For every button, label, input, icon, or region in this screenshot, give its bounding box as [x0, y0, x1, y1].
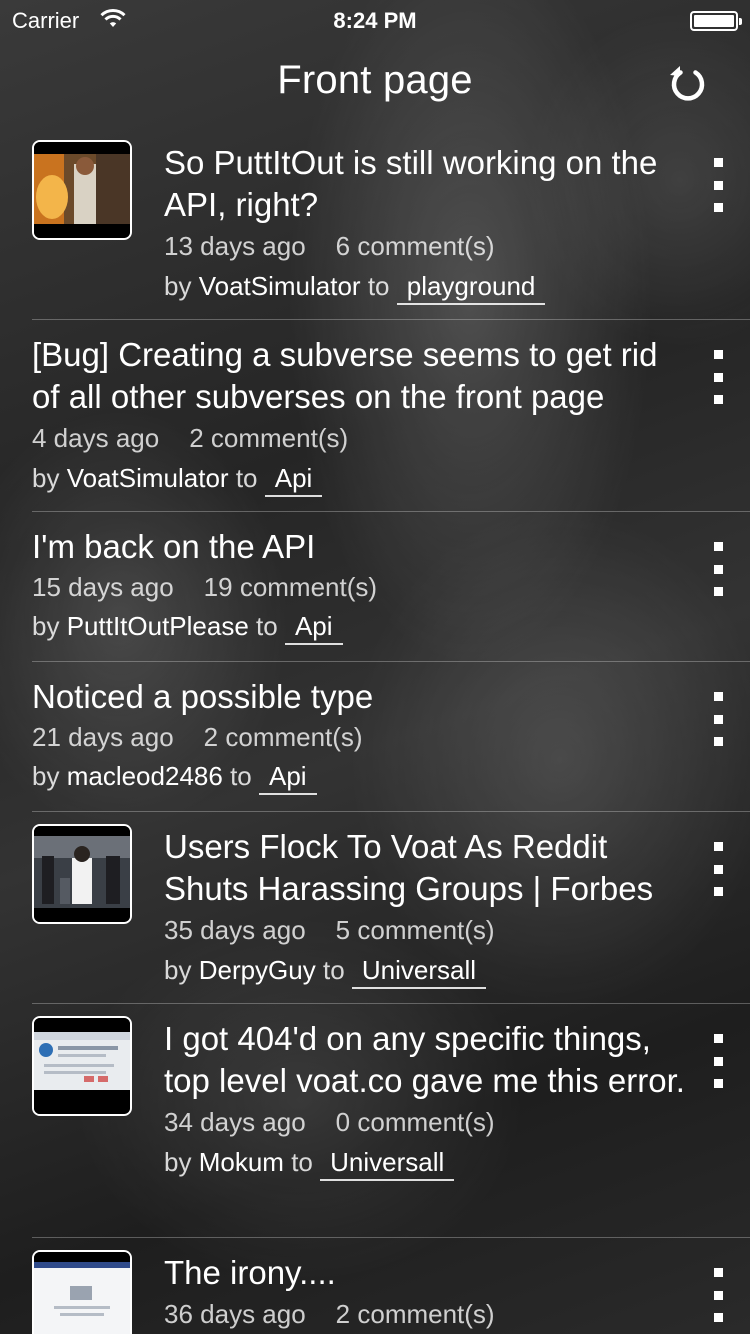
navigation-bar: Front page	[0, 40, 750, 128]
thumbnail-image	[34, 826, 130, 922]
post-title[interactable]: [Bug] Creating a subverse seems to get r…	[32, 320, 750, 418]
more-options-icon[interactable]	[708, 1034, 728, 1088]
post-item[interactable]: Users Flock To Voat As Reddit Shuts Hara…	[32, 812, 750, 1004]
post-subverse-link[interactable]: Api	[264, 463, 323, 497]
post-title[interactable]: Users Flock To Voat As Reddit Shuts Hara…	[164, 812, 750, 910]
to-label: to	[322, 955, 345, 985]
status-bar: Carrier 8:24 PM	[0, 0, 750, 40]
post-item[interactable]: I'm back on the API 15 days ago 19 commen…	[32, 512, 750, 662]
post-thumbnail[interactable]	[32, 824, 132, 924]
post-meta: 35 days ago 5 comment(s)	[164, 910, 750, 950]
post-subverse-link[interactable]: Universall	[320, 1147, 455, 1181]
by-label: by	[164, 271, 192, 301]
more-options-icon[interactable]	[708, 158, 728, 212]
post-item[interactable]: [Bug] Creating a subverse seems to get r…	[32, 320, 750, 512]
post-title[interactable]: I got 404'd on any specific things, top …	[164, 1004, 750, 1102]
post-byline: by macleod2486 to Api	[32, 756, 750, 806]
post-meta: 34 days ago 0 comment(s)	[164, 1102, 750, 1142]
post-author[interactable]: VoatSimulator	[67, 463, 229, 493]
post-comments[interactable]: 5 comment(s)	[336, 915, 495, 945]
to-label: to	[230, 761, 252, 791]
post-byline: by Mokum to Universall	[164, 1142, 750, 1192]
by-label: by	[32, 463, 60, 493]
post-comments[interactable]: 0 comment(s)	[336, 1107, 495, 1137]
to-label: to	[256, 611, 278, 641]
post-comments[interactable]: 2 comment(s)	[336, 1299, 495, 1329]
post-byline: by VoatSimulator to playground	[164, 266, 750, 316]
post-meta: 13 days ago 6 comment(s)	[164, 226, 750, 266]
post-meta: 21 days ago 2 comment(s)	[32, 718, 750, 756]
more-options-icon[interactable]	[708, 1268, 728, 1322]
battery-level	[694, 15, 734, 27]
post-thumbnail[interactable]	[32, 140, 132, 240]
post-byline: by DerpyGuy to Universall	[164, 950, 750, 1000]
post-meta: 15 days ago 19 comment(s)	[32, 568, 750, 606]
post-meta: 36 days ago 2 comment(s)	[164, 1294, 750, 1334]
thumbnail-image	[34, 142, 130, 238]
post-byline: by PuttItOutPlease to Api	[32, 606, 750, 656]
to-label: to	[291, 1147, 313, 1177]
thumbnail-image	[34, 1252, 130, 1334]
more-options-icon[interactable]	[708, 542, 728, 596]
more-options-icon[interactable]	[708, 842, 728, 896]
by-label: by	[164, 1147, 192, 1177]
post-author[interactable]: DerpyGuy	[199, 955, 316, 985]
post-age: 34 days ago	[164, 1107, 306, 1137]
post-age: 35 days ago	[164, 915, 306, 945]
refresh-icon[interactable]	[666, 62, 710, 106]
post-age: 4 days ago	[32, 423, 160, 453]
post-item[interactable]: The irony.... 36 days ago 2 comment(s)	[32, 1238, 750, 1334]
post-byline: by VoatSimulator to Api	[32, 458, 750, 508]
post-comments[interactable]: 19 comment(s)	[204, 572, 377, 602]
by-label: by	[32, 761, 60, 791]
post-subverse-link[interactable]: Api	[284, 611, 343, 645]
post-comments[interactable]: 2 comment(s)	[189, 423, 348, 453]
post-author[interactable]: VoatSimulator	[199, 271, 361, 301]
post-subverse-link[interactable]: Universall	[351, 955, 487, 989]
post-author[interactable]: PuttItOutPlease	[67, 611, 249, 641]
post-comments[interactable]: 2 comment(s)	[204, 722, 363, 752]
more-options-icon[interactable]	[708, 692, 728, 746]
page-title: Front page	[277, 58, 473, 102]
thumbnail-image	[34, 1018, 130, 1114]
post-subverse-link[interactable]: Api	[258, 761, 317, 795]
to-label: to	[235, 463, 258, 493]
clock: 8:24 PM	[333, 8, 417, 33]
post-title[interactable]: I'm back on the API	[32, 512, 750, 568]
by-label: by	[164, 955, 192, 985]
more-options-icon[interactable]	[708, 350, 728, 404]
post-age: 36 days ago	[164, 1299, 306, 1329]
to-label: to	[367, 271, 390, 301]
post-author[interactable]: macleod2486	[67, 761, 223, 791]
post-item[interactable]: Noticed a possible type 21 days ago 2 com…	[32, 662, 750, 812]
by-label: by	[32, 611, 60, 641]
post-list: So PuttItOut is still working on the API…	[0, 128, 750, 1334]
battery-icon	[690, 11, 742, 31]
post-comments[interactable]: 6 comment(s)	[336, 231, 495, 261]
post-title[interactable]: The irony....	[164, 1238, 750, 1294]
post-age: 13 days ago	[164, 231, 306, 261]
post-author[interactable]: Mokum	[199, 1147, 284, 1177]
post-subverse-link[interactable]: playground	[396, 271, 546, 305]
post-thumbnail[interactable]	[32, 1250, 132, 1334]
post-age: 21 days ago	[32, 722, 174, 752]
post-item[interactable]: So PuttItOut is still working on the API…	[32, 128, 750, 320]
post-meta: 4 days ago 2 comment(s)	[32, 418, 750, 458]
post-thumbnail[interactable]	[32, 1016, 132, 1116]
post-age: 15 days ago	[32, 572, 174, 602]
post-title[interactable]: Noticed a possible type	[32, 662, 750, 718]
post-item[interactable]: I got 404'd on any specific things, top …	[32, 1004, 750, 1238]
post-title[interactable]: So PuttItOut is still working on the API…	[164, 128, 750, 226]
